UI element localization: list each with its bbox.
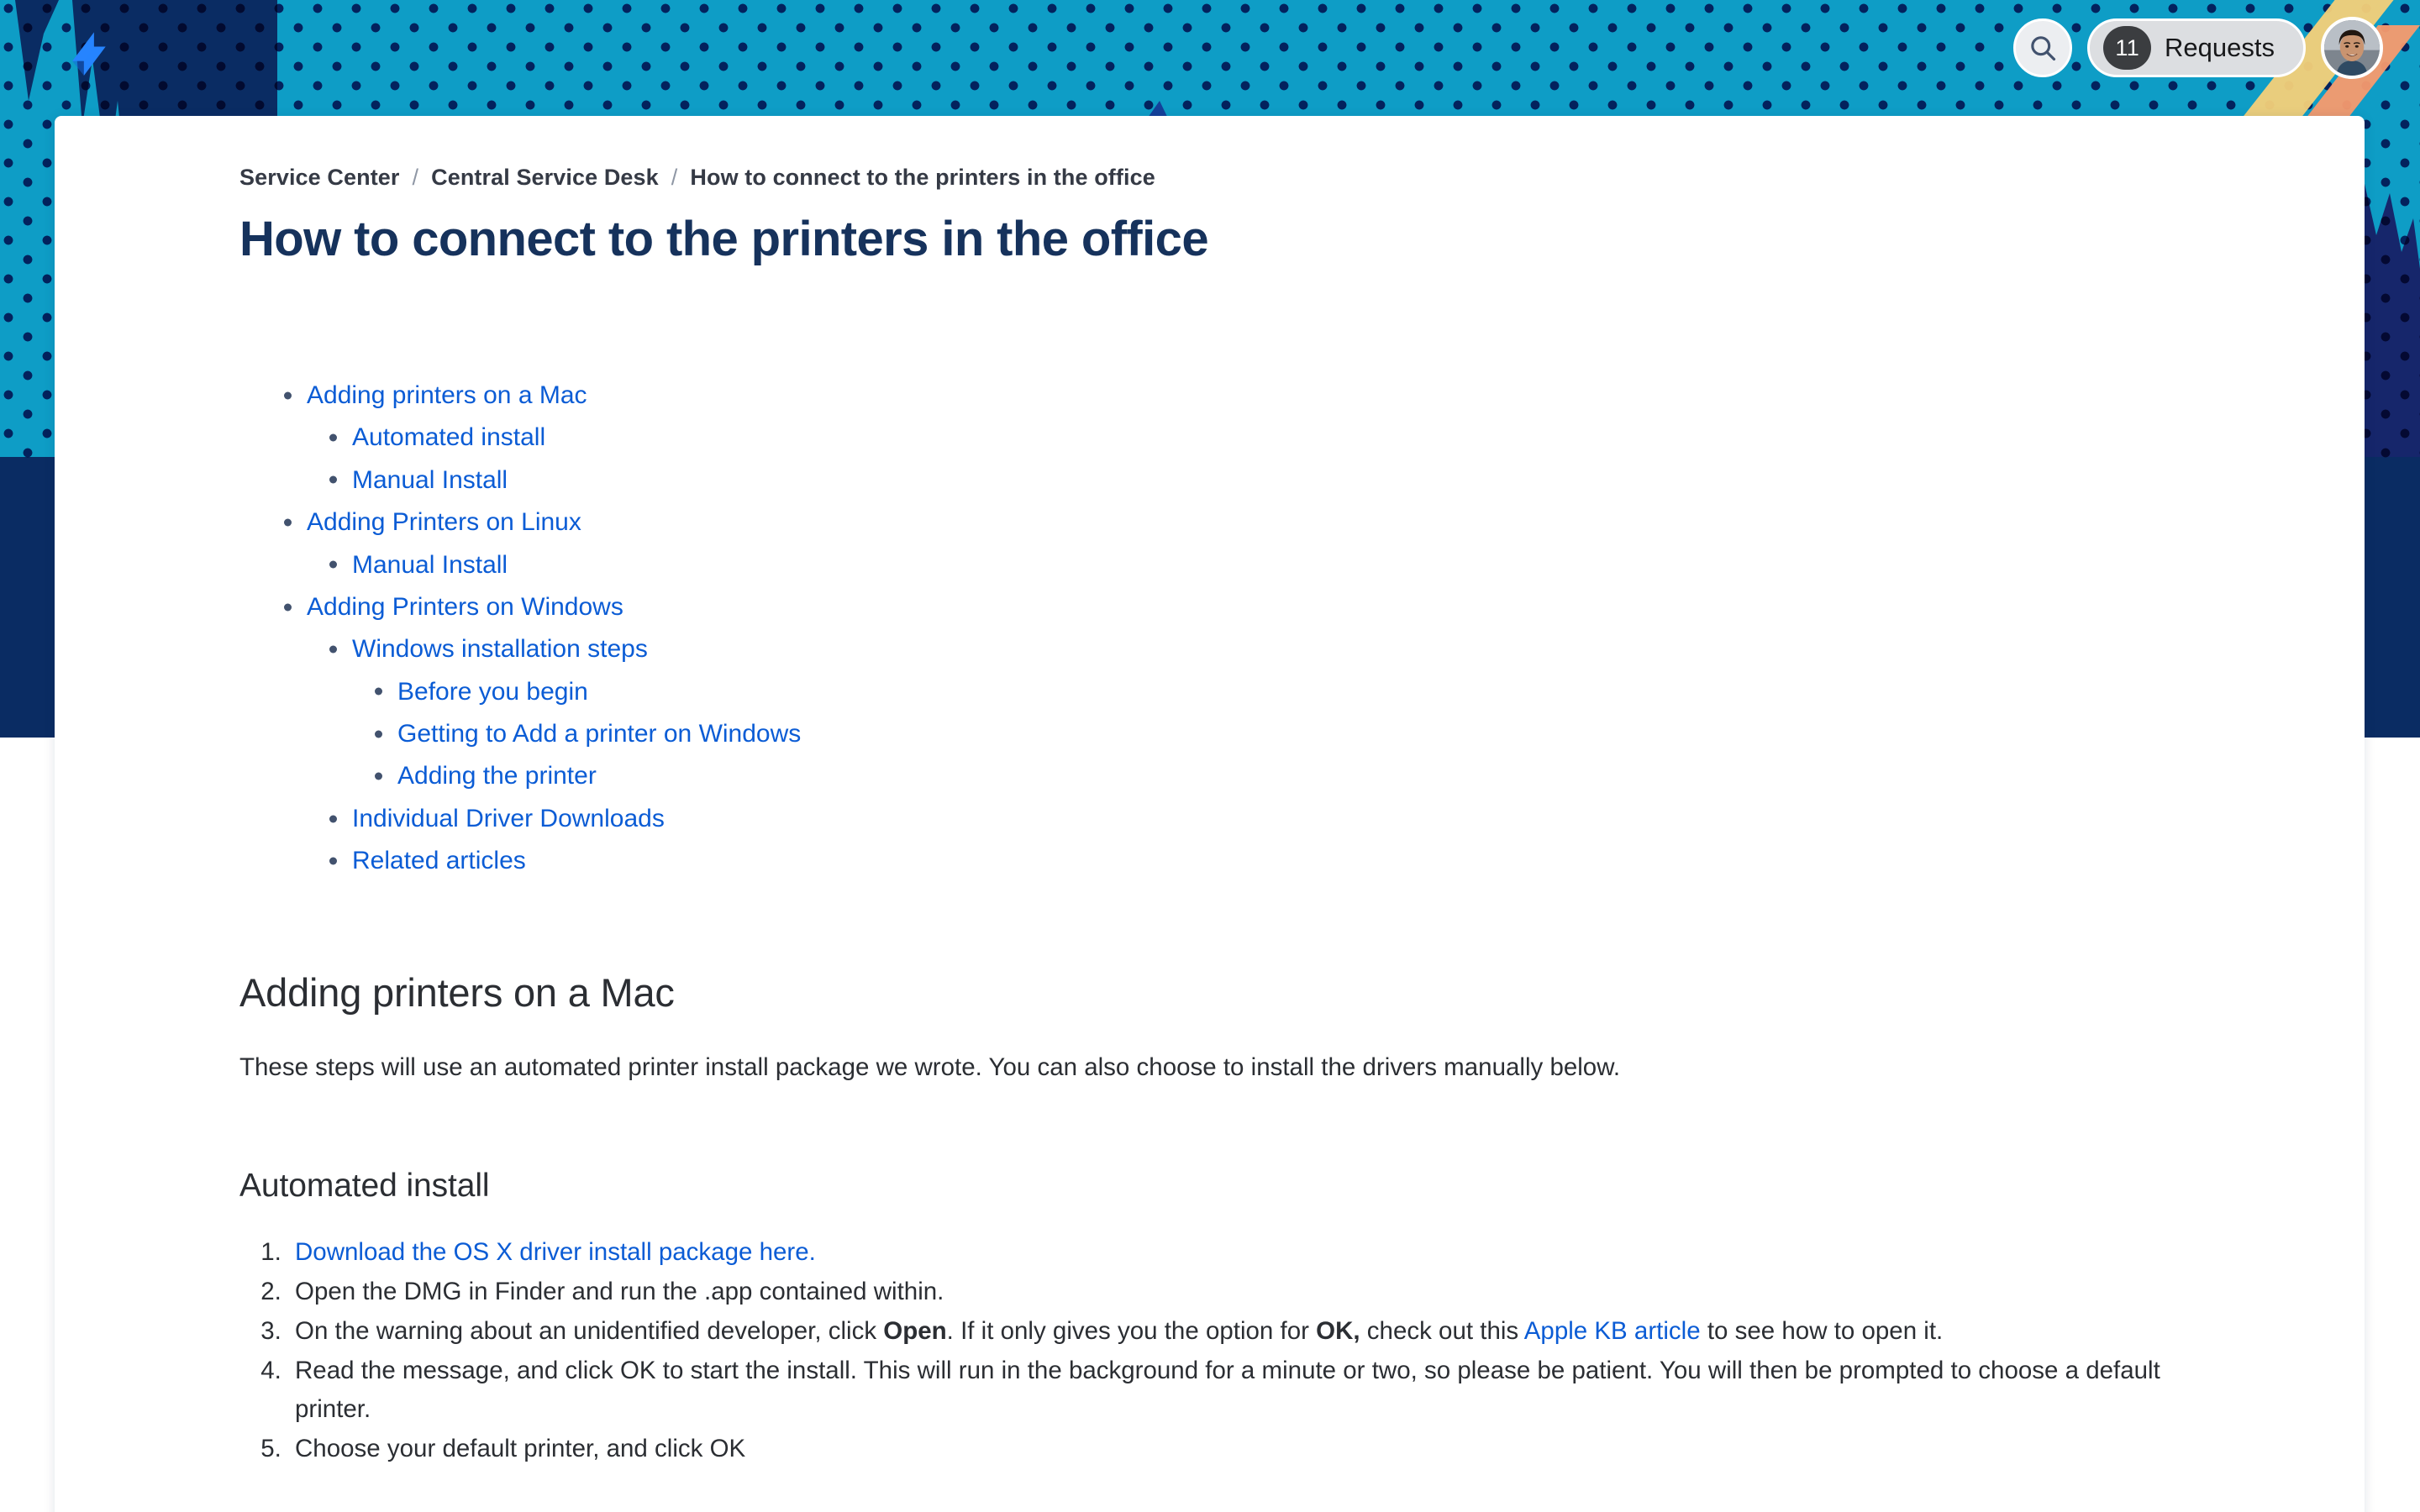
toc-row: Adding printers on a Mac: [307, 374, 2365, 416]
requests-label: Requests: [2165, 33, 2275, 62]
page-title: How to connect to the printers in the of…: [239, 212, 1209, 266]
toc-link-adding-printers-on-a-mac[interactable]: Adding printers on a Mac: [307, 381, 587, 409]
emphasis-ok: OK,: [1316, 1316, 1360, 1345]
toc-link-related-articles[interactable]: Related articles: [352, 847, 526, 874]
toc-row: Windows installation steps: [352, 628, 2365, 670]
automated-install-steps: Download the OS X driver install package…: [239, 1233, 2171, 1468]
step-text: to see how to open it.: [1700, 1316, 1944, 1345]
table-of-contents: Adding printers on a Mac Automated insta…: [239, 374, 2365, 882]
step-text: Open the DMG in Finder and run the .app …: [295, 1277, 944, 1305]
apple-kb-article-link[interactable]: Apple KB article: [1524, 1317, 1701, 1345]
section-intro-paragraph: These steps will use an automated printe…: [239, 1053, 1621, 1081]
list-item: Open the DMG in Finder and run the .app …: [288, 1273, 2171, 1311]
list-item: Manual Install: [307, 543, 2365, 585]
avatar-image: [2324, 20, 2380, 76]
article-body: Adding printers on a Mac These steps wil…: [239, 969, 2365, 1468]
toc-row: Automated install: [352, 417, 2365, 459]
toc-level-1-list: Adding printers on a Mac Automated insta…: [239, 374, 2365, 882]
list-item: Windows installation steps Before you be…: [307, 628, 2365, 798]
step-text: . If it only gives you the option for: [946, 1316, 1317, 1345]
breadcrumb-item-central-service-desk[interactable]: Central Service Desk: [431, 165, 659, 191]
toc-link-adding-printers-on-linux[interactable]: Adding Printers on Linux: [307, 508, 581, 536]
toc-row: Adding Printers on Linux: [307, 501, 2365, 543]
toc-link-individual-driver-downloads[interactable]: Individual Driver Downloads: [352, 805, 665, 832]
toc-link-adding-the-printer[interactable]: Adding the printer: [397, 762, 597, 790]
jira-logo[interactable]: [52, 24, 124, 96]
list-item: Related articles: [307, 840, 2365, 882]
toc-level-2-list: Manual Install: [307, 543, 2365, 585]
toc-link-automated-install[interactable]: Automated install: [352, 423, 545, 451]
section-heading-adding-printers-on-a-mac: Adding printers on a Mac: [239, 970, 675, 1016]
toc-row: Before you begin: [397, 670, 2365, 712]
search-button[interactable]: [2013, 18, 2073, 77]
toc-link-manual-install-mac[interactable]: Manual Install: [352, 466, 508, 494]
list-item: Before you begin: [352, 670, 2365, 712]
toc-row: Individual Driver Downloads: [352, 797, 2365, 839]
requests-count-badge: 11: [2103, 26, 2152, 70]
breadcrumb: Service Center / Central Service Desk / …: [239, 165, 2365, 191]
list-item: Download the OS X driver install package…: [288, 1233, 2171, 1272]
step-text: On the warning about an unidentified dev…: [295, 1316, 884, 1345]
toc-row: Adding the printer: [397, 755, 2365, 797]
list-item: Manual Install: [307, 459, 2365, 501]
toc-link-windows-installation-steps[interactable]: Windows installation steps: [352, 635, 648, 663]
list-item: Adding Printers on Windows Windows insta…: [239, 585, 2365, 882]
toc-row: Adding Printers on Windows: [307, 585, 2365, 627]
list-item: On the warning about an unidentified dev…: [288, 1312, 2171, 1351]
breadcrumb-separator: /: [671, 165, 678, 190]
toc-row: Manual Install: [352, 543, 2365, 585]
toc-link-before-you-begin[interactable]: Before you begin: [397, 678, 588, 706]
toc-link-adding-printers-on-windows[interactable]: Adding Printers on Windows: [307, 593, 623, 621]
list-item: Getting to Add a printer on Windows: [352, 713, 2365, 755]
subsection-heading-automated-install: Automated install: [239, 1167, 490, 1204]
requests-button[interactable]: 11 Requests: [2087, 18, 2306, 77]
step-text: check out this: [1360, 1316, 1524, 1345]
search-icon: [2031, 36, 2056, 61]
toc-level-2-list: Automated install Manual Install: [307, 417, 2365, 501]
list-item: Choose your default printer, and click O…: [288, 1430, 2171, 1468]
article-card: Service Center / Central Service Desk / …: [55, 116, 2365, 1512]
toc-row: Manual Install: [352, 459, 2365, 501]
step-text: Read the message, and click OK to start …: [295, 1356, 2160, 1423]
emphasis-open: Open: [883, 1316, 947, 1345]
toc-level-2-list: Windows installation steps Before you be…: [307, 628, 2365, 882]
breadcrumb-separator: /: [412, 165, 419, 190]
step-text: Choose your default printer, and click O…: [295, 1434, 746, 1462]
breadcrumb-item-current: How to connect to the printers in the of…: [690, 165, 1155, 190]
list-item: Individual Driver Downloads: [307, 797, 2365, 839]
toc-row: Getting to Add a printer on Windows: [397, 713, 2365, 755]
toc-link-getting-to-add-a-printer-on-windows[interactable]: Getting to Add a printer on Windows: [397, 720, 801, 748]
list-item: Automated install: [307, 417, 2365, 459]
list-item: Adding printers on a Mac Automated insta…: [239, 374, 2365, 501]
toc-level-3-list: Before you begin Getting to Add a printe…: [352, 670, 2365, 797]
list-item: Adding the printer: [352, 755, 2365, 797]
breadcrumb-item-service-center[interactable]: Service Center: [239, 165, 400, 191]
list-item: Read the message, and click OK to start …: [288, 1352, 2171, 1429]
page-root: 11 Requests Service Center / Central Ser…: [0, 0, 2420, 1512]
toc-row: Related articles: [352, 840, 2365, 882]
download-os-x-driver-link[interactable]: Download the OS X driver install package…: [295, 1238, 816, 1266]
list-item: Adding Printers on Linux Manual Install: [239, 501, 2365, 586]
avatar[interactable]: [2321, 17, 2383, 79]
toc-link-manual-install-linux[interactable]: Manual Install: [352, 551, 508, 579]
header-controls: 11 Requests: [2013, 17, 2383, 79]
